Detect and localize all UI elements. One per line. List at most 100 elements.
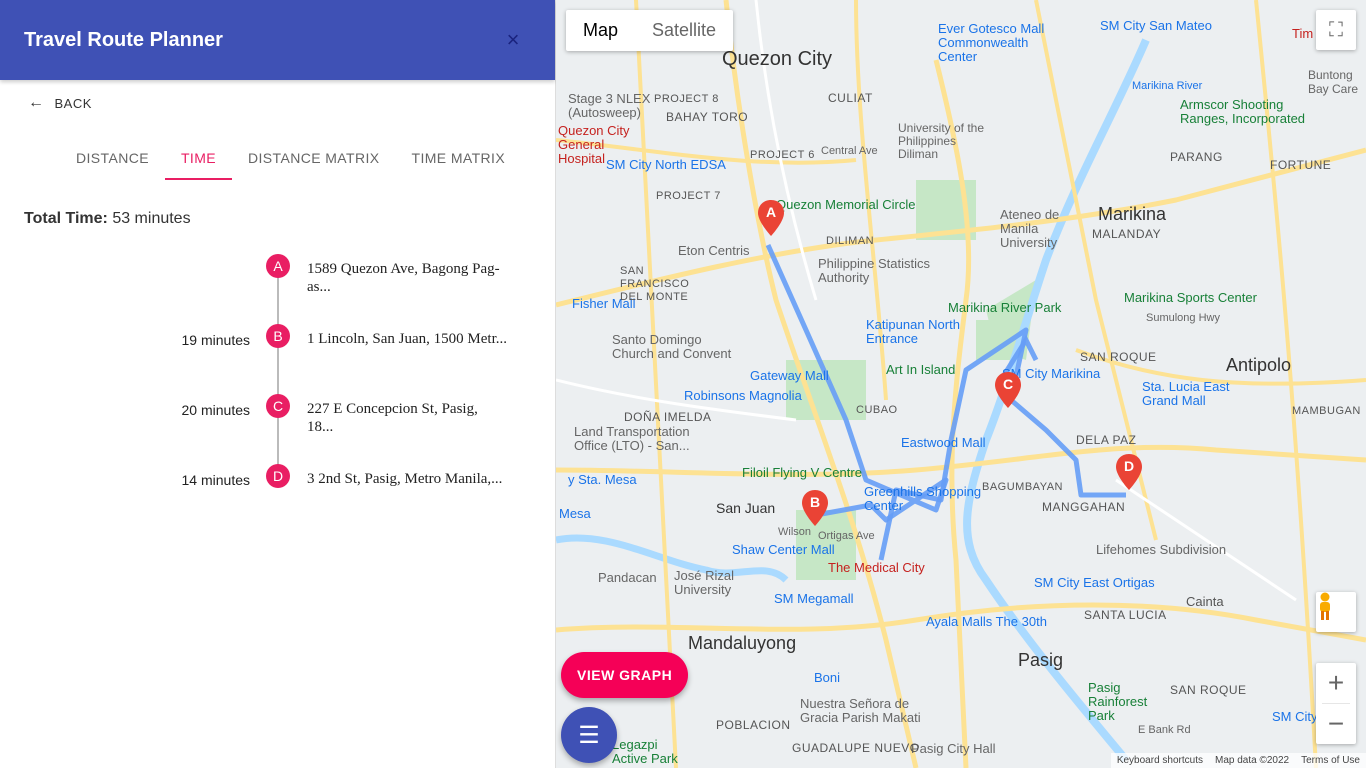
map-pin-d[interactable]: D xyxy=(1116,454,1142,490)
map-label-quezon-city: Quezon City xyxy=(722,48,833,70)
map-label-bahay-toro: BAHAY TORO xyxy=(666,110,749,124)
map-label-ayala-30th: Ayala Malls The 30th xyxy=(926,614,1047,629)
map-label-sta-lucia: Sta. Lucia East Grand Mall xyxy=(1142,379,1230,408)
route-stop: 20 minutes C 227 E Concepcion St, Pasig,… xyxy=(0,394,556,454)
map-label-mesa: Mesa xyxy=(559,506,591,521)
map-attribution: Keyboard shortcuts Map data ©2022 Terms … xyxy=(1110,753,1366,768)
map-pin-b[interactable]: B xyxy=(802,490,828,526)
map-label-san-juan: San Juan xyxy=(716,500,776,516)
map-label-san-roque-2: SAN ROQUE xyxy=(1170,683,1247,697)
map-label-project7: PROJECT 7 xyxy=(656,190,721,202)
map-label-project6: PROJECT 6 xyxy=(750,149,815,161)
map-label-up: University of the Philippines Diliman xyxy=(898,121,985,161)
map-label-katipunan: Katipunan North Entrance xyxy=(866,317,960,346)
map-label-project8: PROJECT 8 xyxy=(654,93,719,105)
tab-distance-matrix[interactable]: DISTANCE MATRIX xyxy=(232,140,396,180)
map-label-malanday: MALANDAY xyxy=(1092,227,1162,241)
map-label-central-ave: Central Ave xyxy=(821,145,878,157)
stop-duration: 14 minutes xyxy=(181,472,250,488)
pegman-icon[interactable] xyxy=(1316,592,1356,632)
map-label-santo-domingo: Santo Domingo Church and Convent xyxy=(612,332,732,361)
map-label-sta-mesa: y Sta. Mesa xyxy=(568,472,637,487)
terms-link[interactable]: Terms of Use xyxy=(1301,755,1360,766)
map-label-art-in-island: Art In Island xyxy=(886,362,956,377)
map-label-wilson: Wilson xyxy=(778,526,812,538)
map-pin-a[interactable]: A xyxy=(758,200,784,236)
zoom-control: + − xyxy=(1316,663,1356,744)
map-label-diliman: DILIMAN xyxy=(826,235,875,247)
map-label-eton: Eton Centris xyxy=(678,243,750,258)
map-pin-b-label: B xyxy=(809,494,821,510)
map-label-sm-megamall: SM Megamall xyxy=(774,591,854,606)
map-label-armscor: Armscor Shooting Ranges, Incorporated xyxy=(1180,97,1306,126)
close-icon[interactable]: × xyxy=(497,24,529,56)
stop-duration: 19 minutes xyxy=(181,332,250,348)
map-label-manggahan: MANGGAHAN xyxy=(1042,500,1126,514)
total-time-value: 53 minutes xyxy=(112,210,191,227)
map-label-guadalupe: GUADALUPE NUEVO xyxy=(792,741,920,755)
map-label-medical-city: The Medical City xyxy=(828,560,925,575)
route-stop: 14 minutes D 3 2nd St, Pasig, Metro Mani… xyxy=(0,464,556,524)
map-type-map-button[interactable]: Map xyxy=(566,10,635,51)
keyboard-shortcuts-link[interactable]: Keyboard shortcuts xyxy=(1117,755,1203,766)
map-label-stage3: Stage 3 NLEX (Autosweep) xyxy=(568,91,651,120)
fullscreen-icon[interactable]: ⛶ xyxy=(1316,10,1356,50)
stop-address: 1 Lincoln, San Juan, 1500 Metr... xyxy=(307,331,507,347)
map-type-control: Map Satellite xyxy=(566,10,734,51)
map-label-ortigas-ave: Ortigas Ave xyxy=(818,530,875,542)
map-label-parang: PARANG xyxy=(1170,150,1223,164)
stop-address: 227 E Concepcion St, Pasig, 18... xyxy=(307,401,478,435)
map-label-san-roque: SAN ROQUE xyxy=(1080,350,1157,364)
map-label-boni: Boni xyxy=(814,670,841,685)
map-label-bagumbayan: BAGUMBAYAN xyxy=(982,481,1063,493)
map-type-satellite-button[interactable]: Satellite xyxy=(635,10,733,51)
zoom-in-icon[interactable]: + xyxy=(1316,663,1356,703)
view-graph-button[interactable]: VIEW GRAPH xyxy=(561,652,689,698)
map-label-pandacan: Pandacan xyxy=(598,570,657,585)
menu-icon[interactable]: ☰ xyxy=(561,707,617,763)
map-label-cubao: CUBAO xyxy=(856,404,898,416)
map-pin-c[interactable]: C xyxy=(995,372,1021,408)
total-time-label: Total Time: xyxy=(24,210,108,227)
map-label-mambugan: MAMBUGAN xyxy=(1292,405,1361,417)
map-label-marikina-river: Marikina River xyxy=(1132,80,1203,92)
map-label-sumulong: Sumulong Hwy xyxy=(1146,312,1220,324)
map-label-dela-paz: DELA PAZ xyxy=(1076,433,1137,447)
arrow-left-icon: ← xyxy=(28,94,45,111)
map-label-antipolo: Antipolo xyxy=(1226,355,1292,375)
map-label-e-bank: E Bank Rd xyxy=(1138,724,1191,736)
map-pin-d-label: D xyxy=(1123,458,1135,474)
tab-distance[interactable]: DISTANCE xyxy=(60,140,165,180)
tab-time[interactable]: TIME xyxy=(164,140,233,180)
zoom-out-icon[interactable]: − xyxy=(1316,704,1356,744)
map-label-marikina-sports: Marikina Sports Center xyxy=(1124,290,1257,305)
map-label-sm-north: SM City North EDSA xyxy=(606,157,726,172)
map-label-psa: Philippine Statistics Authority xyxy=(818,256,930,285)
map-label-nuestra: Nuestra Señora de Gracia Parish Makati xyxy=(800,696,921,725)
map-label-pasig-rainforest: Pasig Rainforest Park xyxy=(1088,680,1148,723)
map-label-legazpi: Legazpi Active Park xyxy=(612,737,678,766)
map-label-jose-rizal: José Rizal University xyxy=(674,568,734,597)
app-title: Travel Route Planner xyxy=(24,28,223,51)
map-label-robinsons-magnolia: Robinsons Magnolia xyxy=(684,388,802,403)
map-label-quezon-memorial: Quezon Memorial Circle xyxy=(776,197,916,212)
stop-marker: C xyxy=(266,394,290,418)
route-panel: Travel Route Planner × ← BACK DISTANCE T… xyxy=(0,0,556,768)
back-button[interactable]: ← BACK xyxy=(28,94,92,112)
map-label-ateneo: Ateneo de Manila University xyxy=(1000,207,1060,250)
total-time: Total Time: 53 minutes xyxy=(24,210,191,228)
route-stop: A 1589 Quezon Ave, Bagong Pag-as... xyxy=(0,254,556,314)
back-label: BACK xyxy=(54,95,92,111)
stop-marker: D xyxy=(266,464,290,488)
stop-marker: A xyxy=(266,254,290,278)
map-label-fortune: FORTUNE xyxy=(1270,158,1332,172)
map-label-santa-lucia: SANTA LUCIA xyxy=(1084,608,1167,622)
map-label-cainta: Cainta xyxy=(1186,594,1224,609)
map-label-pasig-city-hall: Pasig City Hall xyxy=(911,741,996,756)
map-pin-c-label: C xyxy=(1002,376,1014,392)
map-label-san-francisco: SAN FRANCISCO DEL MONTE xyxy=(620,265,690,303)
app-bar: Travel Route Planner × xyxy=(0,0,555,80)
route-stop: 19 minutes B 1 Lincoln, San Juan, 1500 M… xyxy=(0,324,556,384)
tab-time-matrix[interactable]: TIME MATRIX xyxy=(396,140,522,180)
map-view[interactable]: Quezon City Marikina Antipolo Mandaluyon… xyxy=(556,0,1366,768)
